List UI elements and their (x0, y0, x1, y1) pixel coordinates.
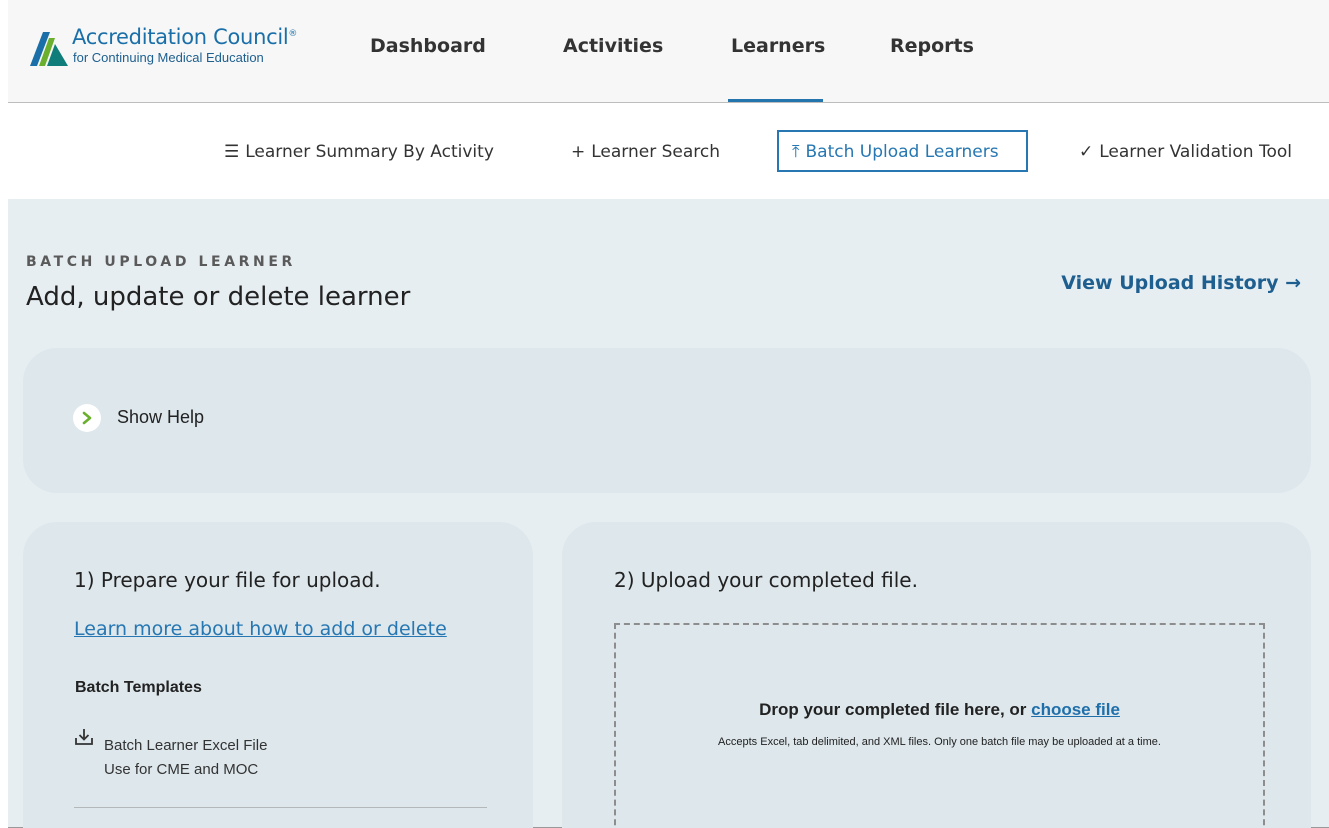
logo-title: Accreditation Council® (72, 25, 298, 49)
batch-upload-page: BATCH UPLOAD LEARNER Add, update or dele… (8, 199, 1329, 828)
subnav-label: Batch Upload Learners (805, 142, 999, 162)
template-batch-learner-excel[interactable]: Batch Learner Excel File Use for CME and… (75, 728, 495, 788)
prepare-heading: 1) Prepare your file for upload. (74, 568, 381, 592)
plus-icon: + (571, 142, 586, 162)
list-icon: ☰ (224, 142, 240, 162)
dropzone-prompt: Drop your completed file here, or choose… (616, 700, 1263, 720)
subnav-learner-validation-tool[interactable]: ✓ Learner Validation Tool (1079, 142, 1292, 162)
page-eyebrow: BATCH UPLOAD LEARNER (26, 254, 296, 270)
subnav-learner-summary[interactable]: ☰ Learner Summary By Activity (224, 142, 494, 162)
nav-reports[interactable]: Reports (890, 35, 974, 57)
choose-file-link[interactable]: choose file (1031, 700, 1120, 719)
logo-tagline: for Continuing Medical Education (73, 50, 264, 65)
learn-more-link[interactable]: Learn more about how to add or delete (74, 618, 447, 640)
divider (74, 807, 487, 808)
dropzone-text: Drop your completed file here, or (759, 700, 1027, 719)
accepted-file-types-note: Accepts Excel, tab delimited, and XML fi… (718, 736, 1161, 748)
nav-activities[interactable]: Activities (563, 35, 663, 57)
subnav-batch-upload-learners[interactable]: ⤒ Batch Upload Learners (777, 130, 1028, 172)
template-description: Use for CME and MOC (104, 761, 259, 778)
upload-heading: 2) Upload your completed file. (614, 568, 918, 592)
upload-icon: ⤒ (792, 142, 800, 162)
show-help-label: Show Help (117, 407, 205, 427)
view-upload-history-link[interactable]: View Upload History → (1061, 272, 1301, 294)
learners-subnav: ☰ Learner Summary By Activity + Learner Se… (8, 104, 1329, 199)
template-name: Batch Learner Excel File (104, 737, 268, 754)
nav-dashboard[interactable]: Dashboard (370, 35, 486, 57)
file-dropzone[interactable]: Drop your completed file here, or choose… (614, 623, 1265, 828)
download-icon (75, 729, 93, 745)
subnav-label: Learner Validation Tool (1099, 142, 1292, 162)
upload-file-card: 2) Upload your completed file. Drop your… (562, 522, 1311, 828)
subnav-label: Learner Search (591, 142, 721, 162)
check-icon: ✓ (1079, 142, 1094, 162)
chevron-right-icon (73, 404, 101, 432)
subnav-learner-search[interactable]: + Learner Search (571, 142, 720, 162)
acme-logo-mark-icon (30, 32, 68, 66)
help-panel: Show Help (23, 348, 1311, 493)
batch-templates-title: Batch Templates (75, 679, 202, 696)
subnav-label: Learner Summary By Activity (245, 142, 494, 162)
nav-active-indicator (728, 99, 823, 102)
top-navigation: Accreditation Council® for Continuing Me… (8, 0, 1329, 103)
nav-learners[interactable]: Learners (731, 35, 825, 57)
prepare-file-card: 1) Prepare your file for upload. Learn m… (23, 522, 533, 828)
acme-logo[interactable]: Accreditation Council® for Continuing Me… (28, 25, 328, 68)
page-title: Add, update or delete learner (26, 282, 411, 312)
